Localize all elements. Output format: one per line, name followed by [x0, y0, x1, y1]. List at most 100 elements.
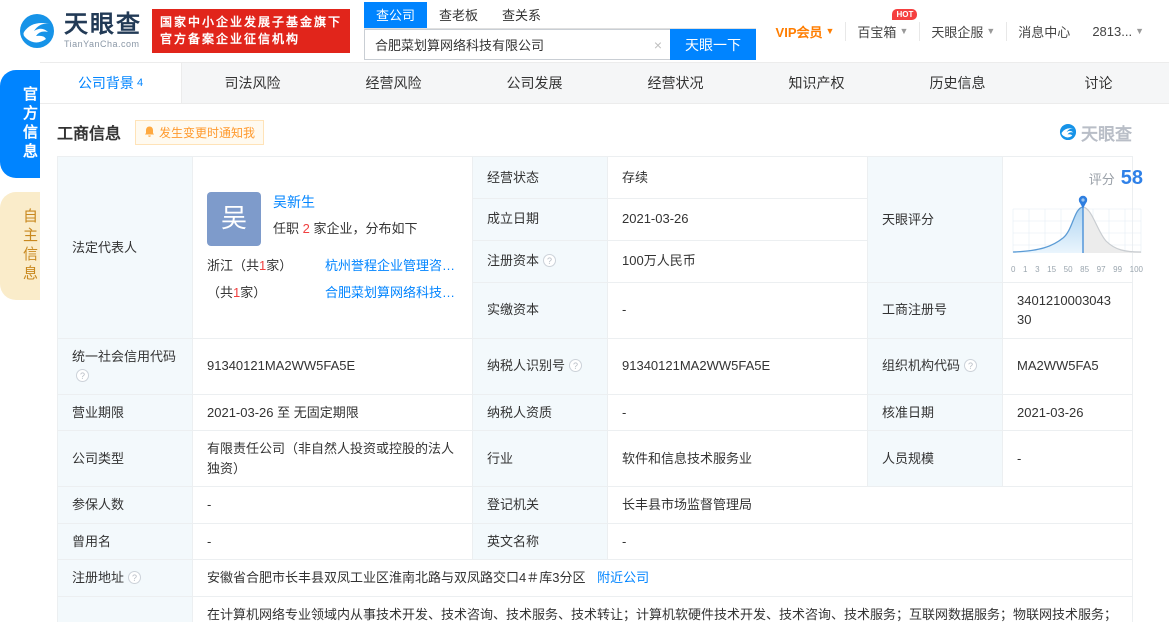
enterprise-service-link[interactable]: 天眼企服 ▼ — [919, 21, 1006, 41]
field-label-reg-number: 工商注册号 — [867, 281, 1003, 339]
score-axis-ticks: 01 3 15 50 85 97 99 100 — [1011, 264, 1143, 274]
chevron-down-icon: ▼ — [899, 26, 909, 36]
score-bell-curve — [1012, 195, 1142, 253]
related-company-link[interactable]: 合肥菜划算网络科技有... — [325, 283, 458, 303]
field-value-business-scope: 在计算机网络专业领域内从事技术开发、技术咨询、技术服务、技术转让；计算机软硬件技… — [192, 595, 1133, 622]
field-label-business-scope: 经营范围? — [57, 595, 193, 622]
nearby-companies-link[interactable]: 附近公司 — [597, 570, 649, 585]
help-icon[interactable]: ? — [964, 359, 978, 373]
field-label-approval-date: 核准日期 — [867, 393, 1003, 431]
score-value: 58 — [1120, 167, 1143, 189]
region-text: 浙江（共1家） — [207, 257, 293, 273]
search-tab-company[interactable]: 查公司 — [364, 2, 428, 28]
legal-rep-cell: 吴 吴新生 任职 2 家企业，分布如下 浙江（共1家） 杭州誉程企业管理咨询..… — [192, 156, 473, 339]
tab-discussion[interactable]: 讨论 — [1028, 63, 1169, 103]
logo-title: 天眼查 — [64, 11, 142, 38]
region-text: （共1家） — [207, 285, 267, 301]
field-value-registry: 长丰县市场监督管理局 — [607, 486, 1133, 524]
field-value-english-name: - — [607, 522, 1133, 560]
related-company-link[interactable]: 杭州誉程企业管理咨询... — [325, 256, 458, 276]
score-caption: 评分 — [1088, 172, 1115, 187]
search-button[interactable]: 天眼一下 — [670, 29, 757, 60]
field-value-industry: 软件和信息技术服务业 — [607, 430, 868, 487]
business-info-section: 工商信息 发生变更时通知我 天眼查 法定代表人 吴 吴新生 任职 2 家企业，分… — [40, 104, 1169, 622]
hot-badge: HOT — [892, 8, 918, 20]
vip-member-link[interactable]: VIP会员 ▼ — [765, 22, 846, 41]
chevron-down-icon: ▼ — [825, 26, 835, 36]
field-label-company-type: 公司类型 — [57, 430, 193, 487]
field-value-org-code: MA2WW5FA5 — [1002, 337, 1133, 395]
help-icon[interactable]: ? — [128, 571, 142, 584]
search-tab-boss[interactable]: 查老板 — [427, 2, 490, 28]
field-label-paid-capital: 实缴资本 — [472, 281, 608, 339]
field-label-english-name: 英文名称 — [472, 522, 608, 560]
score-chart[interactable]: 评分 58 0 1 3 15 50 85 97 99 100 — [1011, 163, 1143, 276]
field-label-address: 注册地址? — [57, 559, 193, 597]
field-value-staff-size: - — [1002, 430, 1133, 487]
side-tab-self-info[interactable]: 自主信息 — [0, 192, 40, 300]
tab-company-development[interactable]: 公司发展 — [464, 63, 605, 103]
tab-company-background[interactable]: 公司背景 4 — [40, 63, 182, 103]
field-label-legal-rep: 法定代表人 — [57, 156, 193, 339]
tab-count-badge: 4 — [136, 77, 144, 89]
tenure-text: 任职 2 家企业，分布如下 — [273, 220, 418, 236]
field-label-org-code: 组织机构代码? — [867, 337, 1003, 395]
field-value-paid-capital: - — [607, 281, 868, 339]
field-value-reg-capital: 100万人民币 — [607, 239, 868, 283]
field-value-reg-number: 340121000304330 — [1002, 281, 1133, 339]
notify-change-button[interactable]: 发生变更时通知我 — [135, 119, 265, 145]
chevron-down-icon: ▼ — [986, 26, 996, 36]
gov-certification-badge: 国家中小企业发展子基金旗下 官方备案企业征信机构 — [152, 8, 351, 54]
field-label-business-term: 营业期限 — [57, 393, 193, 431]
tab-operating-status[interactable]: 经营状况 — [605, 63, 746, 103]
message-center-link[interactable]: 消息中心 — [1006, 21, 1081, 41]
score-pin-icon — [1078, 195, 1088, 209]
top-nav: VIP会员 ▼ HOT 百宝箱 ▼ 天眼企服 ▼ 消息中心 2813... ▼ — [765, 8, 1155, 41]
watermark-logo: 天眼查 — [1059, 120, 1132, 145]
business-info-table: 法定代表人 吴 吴新生 任职 2 家企业，分布如下 浙江（共1家） 杭州誉程企业… — [57, 156, 1143, 622]
field-value-company-type: 有限责任公司（非自然人投资或控股的法人独资） — [192, 430, 473, 487]
field-label-reg-capital: 注册资本? — [472, 239, 608, 283]
tab-operational-risk[interactable]: 经营风险 — [323, 63, 464, 103]
bell-icon — [145, 126, 155, 137]
logo-swirl-icon — [20, 14, 54, 48]
watermark-swirl-icon — [1059, 123, 1077, 141]
tab-history-info[interactable]: 历史信息 — [887, 63, 1028, 103]
section-title: 工商信息 — [57, 126, 122, 143]
field-value-credit-code: 91340121MA2WW5FA5E — [192, 337, 473, 395]
company-tabbar: 公司背景 4 司法风险 经营风险 公司发展 经营状况 知识产权 历史信息 讨论 — [40, 62, 1169, 104]
help-icon[interactable]: ? — [76, 369, 89, 382]
field-label-credit-code: 统一社会信用代码? — [57, 337, 193, 395]
treasure-box-link[interactable]: HOT 百宝箱 ▼ — [845, 8, 919, 41]
chevron-down-icon: ▼ — [1135, 26, 1144, 36]
logo-subtitle: TianYanCha.com — [64, 39, 140, 49]
field-value-business-term: 2021-03-26 至 无固定期限 — [192, 393, 473, 431]
legal-rep-avatar[interactable]: 吴 — [207, 191, 261, 246]
field-label-insured-count: 参保人数 — [57, 486, 193, 524]
field-value-former-name: - — [192, 522, 473, 560]
field-label-registry: 登记机关 — [472, 486, 608, 524]
field-label-status: 经营状态 — [472, 156, 608, 199]
help-icon[interactable]: ? — [569, 359, 583, 373]
side-tab-official-info[interactable]: 官方信息 — [0, 70, 40, 178]
help-icon[interactable]: ? — [543, 254, 557, 268]
field-value-insured-count: - — [192, 486, 473, 524]
account-menu[interactable]: 2813... ▼ — [1081, 24, 1155, 39]
search-area: 查公司 查老板 查关系 × 天眼一下 — [364, 2, 757, 60]
search-input[interactable] — [365, 37, 646, 52]
field-value-established: 2021-03-26 — [607, 197, 868, 241]
tab-judicial-risk[interactable]: 司法风险 — [182, 63, 323, 103]
tab-intellectual-property[interactable]: 知识产权 — [746, 63, 887, 103]
field-label-taxpayer-id: 纳税人识别号? — [472, 337, 608, 395]
field-label-established: 成立日期 — [472, 197, 608, 241]
score-chart-cell: 评分 58 0 1 3 15 50 85 97 99 100 — [1002, 156, 1143, 283]
top-header: 天眼查 TianYanCha.com 国家中小企业发展子基金旗下 官方备案企业征… — [0, 0, 1169, 62]
clear-search-icon[interactable]: × — [646, 37, 670, 53]
tianyancha-logo[interactable]: 天眼查 TianYanCha.com — [18, 12, 142, 50]
legal-rep-name-link[interactable]: 吴新生 — [273, 194, 315, 210]
search-tabs: 查公司 查老板 查关系 — [364, 2, 757, 29]
field-label-score: 天眼评分 — [867, 156, 1003, 283]
field-value-status: 存续 — [607, 156, 868, 199]
field-label-staff-size: 人员规模 — [867, 430, 1003, 487]
search-tab-relation[interactable]: 查关系 — [490, 2, 553, 28]
